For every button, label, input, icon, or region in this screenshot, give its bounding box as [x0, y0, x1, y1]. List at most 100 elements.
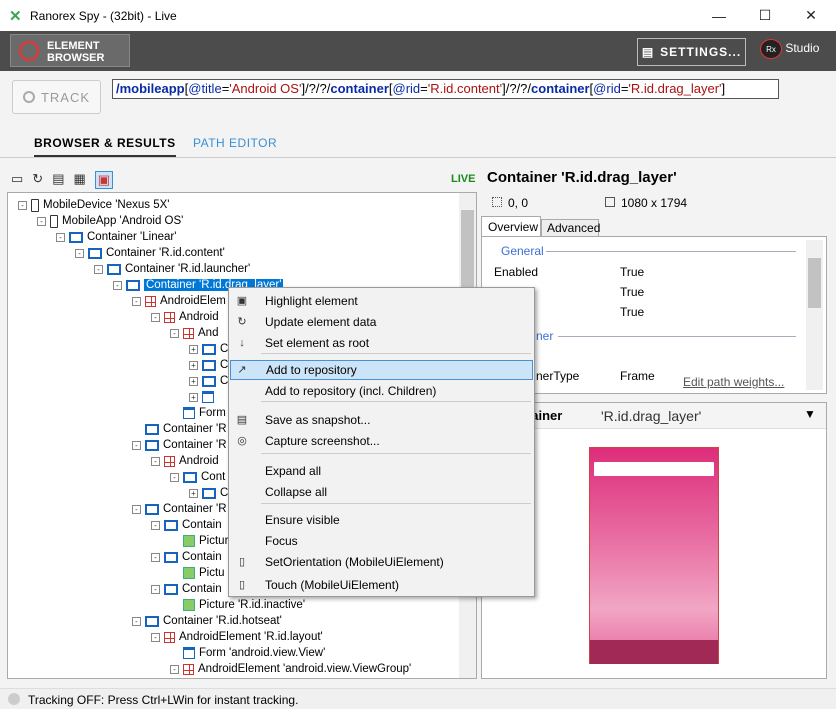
tree-node[interactable]: + C: [189, 485, 228, 501]
menu-item[interactable]: Capture screenshot...: [230, 431, 533, 451]
tree-node[interactable]: - Android: [151, 309, 219, 325]
tree-node[interactable]: - Container 'R.id.launcher': [94, 261, 250, 277]
tab-browser-results[interactable]: BROWSER & RESULTS: [34, 136, 176, 158]
close-button[interactable]: ✕: [788, 0, 834, 31]
menu-item[interactable]: Ensure visible: [230, 510, 533, 530]
minimize-button[interactable]: —: [696, 0, 742, 31]
tree-node[interactable]: - AndroidElement 'android.view.ViewGroup': [170, 661, 411, 677]
expand-toggle-icon[interactable]: -: [132, 504, 141, 514]
menu-item[interactable]: Update element data: [230, 312, 533, 332]
path-attribute: @title: [188, 81, 222, 96]
tab-path-editor[interactable]: PATH EDITOR: [193, 136, 277, 150]
tree-node[interactable]: + C: [189, 341, 228, 357]
tree-node[interactable]: +: [189, 389, 218, 405]
tab-overview[interactable]: Overview: [481, 216, 541, 236]
tree-node-label: Form: [199, 407, 226, 419]
tree-node[interactable]: - Cont: [170, 469, 225, 485]
ranorex-studio-button[interactable]: Rx Studio: [760, 39, 819, 59]
expand-toggle-icon[interactable]: -: [94, 264, 103, 274]
edit-path-weights-link[interactable]: Edit path weights...: [683, 375, 784, 389]
container-icon: [69, 231, 83, 243]
expand-toggle-icon[interactable]: -: [132, 616, 141, 626]
status-bar: Tracking OFF: Press Ctrl+LWin for instan…: [0, 688, 836, 709]
ranorexpath-input[interactable]: /mobileapp[@title='Android OS']/?/?/cont…: [112, 79, 779, 99]
tree-node[interactable]: - AndroidElem: [132, 293, 226, 309]
menu-item[interactable]: Set element as root: [230, 333, 533, 353]
expand-toggle-icon[interactable]: +: [189, 392, 198, 402]
tree-node[interactable]: - MobileApp 'Android OS': [37, 213, 183, 229]
expand-toggle-icon[interactable]: +: [189, 360, 198, 370]
expand-toggle-icon[interactable]: -: [170, 328, 179, 338]
element-browser-button[interactable]: ELEMENT BROWSER: [10, 34, 130, 67]
expand-toggle-icon[interactable]: -: [113, 280, 122, 290]
expand-toggle-icon[interactable]: -: [151, 520, 160, 530]
tree-node[interactable]: Form 'android.view.View': [170, 645, 325, 661]
expand-toggle-icon[interactable]: -: [56, 232, 65, 242]
tree-node[interactable]: - And: [170, 325, 218, 341]
menu-item[interactable]: Collapse all: [230, 482, 533, 502]
settings-label: SETTINGS...: [660, 45, 742, 59]
tree-node[interactable]: - Container 'R: [132, 437, 227, 453]
tree-node[interactable]: Form: [170, 405, 226, 421]
expand-toggle-icon[interactable]: -: [151, 312, 160, 322]
tree-node[interactable]: - Container 'Linear': [56, 229, 176, 245]
live-indicator: LIVE: [451, 173, 476, 185]
tree-node[interactable]: Container 'R: [132, 421, 227, 437]
chevron-down-icon[interactable]: ▼: [804, 407, 816, 421]
expand-toggle-icon[interactable]: +: [189, 488, 198, 498]
tree-node[interactable]: - Container 'R.id.hotseat': [132, 613, 282, 629]
highlight-icon[interactable]: ▣: [94, 171, 114, 189]
tree-node[interactable]: - MobileDevice 'Nexus 5X': [18, 197, 169, 213]
properties-scrollbar-thumb[interactable]: [808, 258, 821, 308]
menu-item[interactable]: Touch (MobileUiElement): [230, 575, 533, 595]
path-attribute: @rid: [593, 81, 621, 96]
menu-item-icon: ▣: [236, 295, 248, 307]
tree-node-label: Pictur: [199, 535, 229, 547]
menu-item-icon: ◎: [237, 435, 247, 447]
expand-toggle-icon[interactable]: -: [18, 200, 27, 210]
tree-node[interactable]: Pictu: [170, 565, 225, 581]
expand-toggle-icon[interactable]: -: [151, 632, 160, 642]
expand-toggle-icon[interactable]: -: [151, 584, 160, 594]
menu-item[interactable]: Save as snapshot...: [230, 410, 533, 430]
expand-toggle-icon[interactable]: -: [132, 440, 141, 450]
expand-toggle-icon[interactable]: -: [132, 296, 141, 306]
tree-node[interactable]: Picture 'R.id.inactive': [170, 597, 305, 613]
expand-toggle-icon[interactable]: -: [151, 552, 160, 562]
track-button[interactable]: TRACK: [12, 80, 101, 114]
monitor-icon[interactable]: ▭: [11, 171, 23, 189]
save-snapshot-icon[interactable]: ▦: [74, 171, 86, 189]
tree-node[interactable]: + C: [189, 357, 228, 373]
menu-item[interactable]: Highlight element: [230, 291, 533, 311]
expand-toggle-icon[interactable]: -: [75, 248, 84, 258]
tree-node[interactable]: - Container 'R: [132, 501, 227, 517]
expand-toggle-icon[interactable]: -: [170, 472, 179, 482]
device-screenshot: [589, 447, 719, 664]
tree-node[interactable]: - Android: [151, 453, 219, 469]
tree-node[interactable]: - Contain: [151, 517, 222, 533]
menu-item[interactable]: Focus: [230, 531, 533, 551]
snapshot-icon[interactable]: ▤: [52, 171, 64, 189]
status-text: Tracking OFF: Press Ctrl+LWin for instan…: [28, 693, 299, 707]
tree-node[interactable]: - Contain: [151, 581, 222, 597]
tab-advanced[interactable]: Advanced: [541, 219, 600, 236]
maximize-button[interactable]: ☐: [742, 0, 788, 31]
container-icon: [202, 359, 216, 371]
tree-node[interactable]: + C: [189, 373, 228, 389]
expand-toggle-icon[interactable]: +: [189, 376, 198, 386]
tree-node[interactable]: - Container 'R.id.content': [75, 245, 225, 261]
refresh-icon[interactable]: ↻: [32, 171, 43, 189]
menu-item[interactable]: Add to repository: [230, 360, 533, 380]
expand-toggle-icon[interactable]: -: [151, 456, 160, 466]
expand-toggle-icon[interactable]: -: [37, 216, 46, 226]
settings-button[interactable]: ▤ SETTINGS...: [637, 38, 746, 66]
menu-item[interactable]: SetOrientation (MobileUiElement): [230, 552, 533, 572]
menu-item[interactable]: Add to repository (incl. Children): [230, 381, 533, 401]
tree-node[interactable]: Pictur: [170, 533, 228, 549]
expand-toggle-icon[interactable]: +: [189, 344, 198, 354]
tree-node[interactable]: - AndroidElement 'R.id.layout': [151, 629, 323, 645]
tree-node[interactable]: - Contain: [151, 549, 222, 565]
menu-item[interactable]: Expand all: [230, 461, 533, 481]
tree-node-label: Android: [179, 455, 219, 467]
expand-toggle-icon[interactable]: -: [170, 664, 179, 674]
